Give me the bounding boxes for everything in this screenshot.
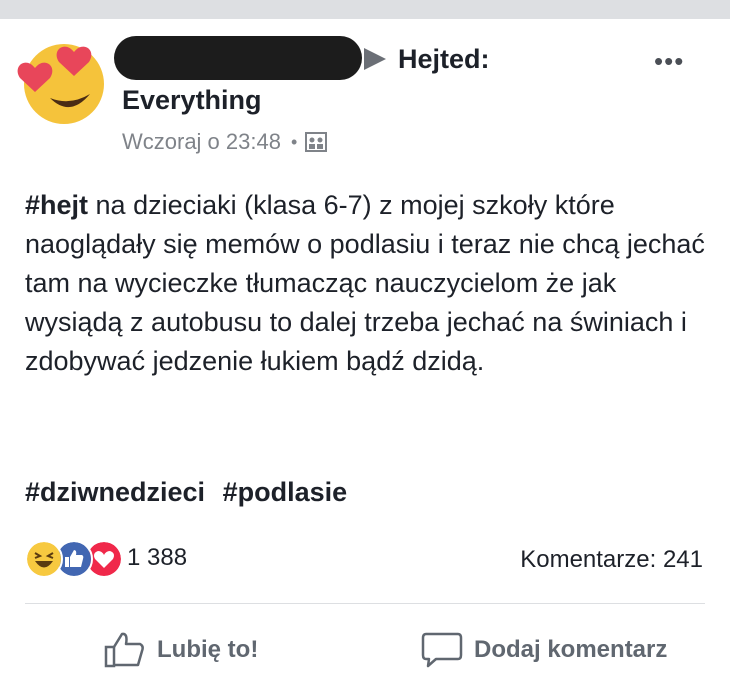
group-privacy-icon (305, 132, 328, 152)
reactions-summary[interactable]: 1 388 (25, 540, 187, 578)
post-text: #hejt na dzieciaki (klasa 6-7) z mojej s… (25, 186, 715, 381)
hashtag-hejt[interactable]: #hejt (25, 190, 88, 220)
avatar[interactable] (10, 28, 114, 126)
like-button[interactable]: Lubię to! (103, 630, 258, 670)
redacted-author-name (114, 36, 362, 80)
hashtag-dziwnedzieci[interactable]: #dziwnedzieci (25, 477, 205, 507)
actions-divider (25, 603, 705, 604)
comment-count[interactable]: Komentarze: 241 (520, 546, 703, 574)
timestamp[interactable]: Wczoraj o 23:48 (122, 129, 281, 155)
top-bar (0, 0, 730, 19)
speech-bubble-icon (421, 632, 463, 668)
arrow-right-icon (364, 48, 386, 70)
post-hashtags: #dziwnedzieci #podlasie (25, 477, 347, 508)
group-title-continued[interactable]: Everything (122, 85, 262, 116)
meta-separator: • (290, 131, 298, 152)
thumbs-up-icon (104, 632, 144, 668)
comment-button[interactable]: Dodaj komentarz (420, 630, 667, 670)
post-body-text: na dzieciaki (klasa 6-7) z mojej szkoły … (25, 190, 705, 376)
post-meta: Wczoraj o 23:48 • (122, 129, 328, 155)
comment-button-label: Dodaj komentarz (474, 636, 668, 663)
like-button-label: Lubię to! (157, 636, 259, 663)
reaction-count[interactable]: 1 388 (127, 544, 187, 572)
reaction-icons (25, 540, 123, 578)
hashtag-podlasie[interactable]: #podlasie (223, 477, 348, 507)
haha-icon (25, 540, 63, 578)
more-options-icon[interactable]: ••• (654, 46, 694, 76)
group-title[interactable]: Hejted: (398, 44, 490, 75)
